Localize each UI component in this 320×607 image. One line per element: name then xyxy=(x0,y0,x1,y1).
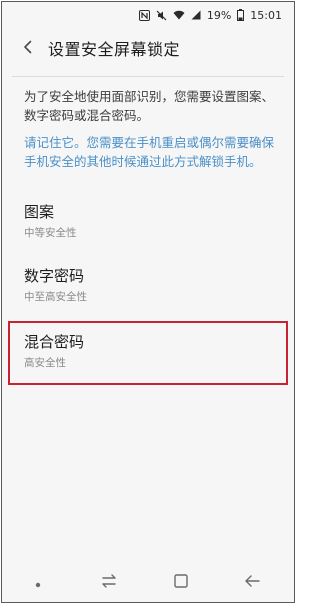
nav-dot-button[interactable] xyxy=(18,567,58,597)
option-subtitle: 中等安全性 xyxy=(24,227,77,239)
description-text: 为了安全地使用面部识别，您需要设置图案、数字密码或混合密码。 xyxy=(24,89,275,123)
lock-options-list: 图案 中等安全性 数字密码 中至高安全性 混合密码 高安全性 xyxy=(2,193,294,385)
option-password[interactable]: 混合密码 高安全性 xyxy=(8,321,288,385)
navigation-bar xyxy=(2,562,294,602)
option-label: 数字密码 xyxy=(24,267,85,285)
wifi-icon xyxy=(173,10,185,20)
status-time: 15:01 xyxy=(250,8,282,22)
notice-text: 请记住它。您需要在手机重启或偶尔需要确保手机安全的其他时候通过此方式解锁手机。 xyxy=(24,135,275,169)
nfc-icon xyxy=(138,9,150,21)
screen: 19% 15:01 设置安全屏幕锁定 为了安全地使用面部识别，您需要设置图案、数… xyxy=(1,1,295,603)
home-icon xyxy=(173,573,188,592)
app-header: 设置安全屏幕锁定 xyxy=(2,28,294,68)
option-label: 图案 xyxy=(24,203,55,221)
battery-icon xyxy=(237,9,245,21)
option-subtitle: 高安全性 xyxy=(24,357,66,369)
nav-back-button[interactable] xyxy=(232,567,272,597)
chevron-left-icon xyxy=(22,39,34,58)
battery-percent: 19% xyxy=(206,8,232,22)
option-pattern[interactable]: 图案 中等安全性 xyxy=(2,193,294,257)
option-subtitle: 中至高安全性 xyxy=(24,291,87,303)
option-pin[interactable]: 数字密码 中至高安全性 xyxy=(2,257,294,321)
signal-icon xyxy=(191,10,201,20)
page-title: 设置安全屏幕锁定 xyxy=(48,40,181,59)
option-label: 混合密码 xyxy=(24,333,85,351)
header-divider xyxy=(12,76,284,77)
recent-apps-button[interactable] xyxy=(89,567,129,597)
mute-icon xyxy=(156,10,167,21)
recent-apps-icon xyxy=(101,573,117,592)
home-button[interactable] xyxy=(161,567,201,597)
status-bar: 19% 15:01 xyxy=(2,2,294,28)
back-button[interactable] xyxy=(14,34,42,62)
back-icon xyxy=(244,573,260,592)
dot-icon xyxy=(35,573,41,592)
